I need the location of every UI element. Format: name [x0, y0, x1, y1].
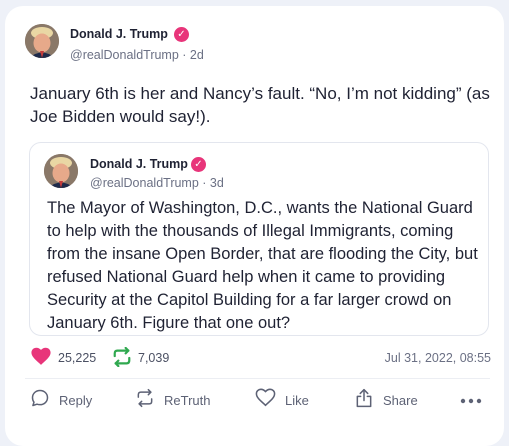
retruth-count: 7,039 — [138, 351, 170, 365]
quoted-post[interactable]: Donald J. Trump ✓ @realDonaldTrump · 3d … — [29, 142, 489, 336]
retruth-arrows-icon — [135, 388, 155, 413]
share-button[interactable]: Share — [354, 386, 418, 414]
quote-text: The Mayor of Washington, D.C., wants the… — [47, 199, 478, 332]
heart-icon — [255, 388, 276, 412]
author-name[interactable]: Donald J. Trump — [70, 27, 168, 41]
quote-age: 3d — [209, 176, 224, 190]
post-age: 2d — [189, 48, 204, 62]
quote-handle-text[interactable]: @realDonaldTrump — [90, 176, 199, 190]
share-label: Share — [383, 392, 418, 408]
separator-dot: · — [178, 48, 190, 62]
speech-bubble-icon — [30, 388, 50, 413]
retruth-button[interactable]: ReTruth — [135, 386, 210, 414]
quote-author-name[interactable]: Donald J. Trump — [90, 157, 188, 171]
like-count: 25,225 — [58, 351, 97, 365]
post-card: Donald J. Trump ✓ @realDonaldTrump · 2d … — [5, 6, 504, 446]
quote-avatar[interactable] — [44, 154, 78, 188]
reply-label: Reply — [59, 392, 93, 408]
like-button[interactable]: Like — [255, 386, 309, 414]
action-bar: Reply ReTruth Like Share — [5, 386, 504, 416]
verified-badge-icon: ✓ — [174, 27, 189, 42]
ellipsis-icon — [460, 391, 482, 409]
quote-author-handle: @realDonaldTrump · 3d — [90, 176, 224, 190]
post-text: January 6th is her and Nancy’s fault. “N… — [30, 84, 490, 126]
retruth-label: ReTruth — [164, 392, 211, 408]
handle-text[interactable]: @realDonaldTrump — [70, 48, 179, 62]
reply-button[interactable]: Reply — [30, 386, 92, 414]
heart-icon[interactable] — [31, 347, 51, 371]
avatar[interactable] — [25, 24, 59, 58]
author-handle: @realDonaldTrump · 2d — [70, 48, 204, 62]
verified-badge-icon: ✓ — [191, 157, 206, 172]
stats-row: 25,225 7,039 Jul 31, 2022, 08:55 — [31, 346, 493, 368]
like-label: Like — [285, 392, 309, 408]
separator-dot: · — [198, 176, 210, 190]
timestamp[interactable]: Jul 31, 2022, 08:55 — [385, 351, 491, 365]
divider — [25, 378, 490, 379]
more-options-button[interactable] — [460, 386, 482, 414]
share-upload-icon — [354, 388, 374, 413]
retruth-arrows-icon[interactable] — [111, 346, 133, 372]
